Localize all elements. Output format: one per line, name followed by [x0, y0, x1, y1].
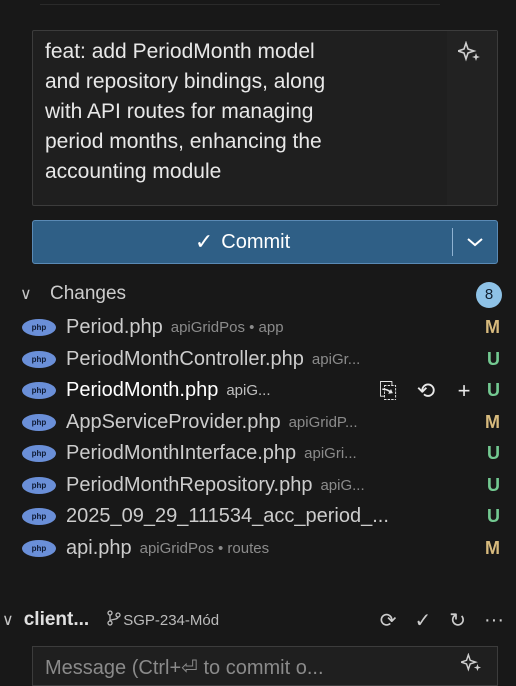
commit-message-text[interactable]: feat: add PeriodMonth model and reposito…	[45, 37, 437, 187]
file-name: api.php	[66, 536, 132, 559]
file-name: PeriodMonthRepository.php	[66, 473, 313, 496]
changes-title: Changes	[50, 283, 127, 304]
file-row[interactable]: php api.php apiGridPos • routes M	[0, 533, 516, 565]
file-name: AppServiceProvider.php	[66, 410, 281, 433]
changes-section-header[interactable]: ∨ Changes 8	[0, 278, 516, 310]
branch-name[interactable]: SGP-234-Mód	[123, 612, 219, 629]
top-strip	[0, 0, 516, 14]
sparkle-icon[interactable]	[458, 652, 483, 678]
file-row[interactable]: php PeriodMonthRepository.php apiG... U	[0, 470, 516, 502]
sparkle-icon[interactable]	[455, 40, 483, 65]
commit-label: Commit	[221, 230, 291, 253]
message-placeholder: Message (Ctrl+⏎ to commit o...	[45, 657, 324, 679]
file-path: apiGri...	[304, 445, 357, 463]
php-icon: php	[22, 508, 56, 526]
status-badge: U	[487, 380, 500, 401]
status-badge: U	[487, 348, 500, 369]
repository-actions: ⟳ ✓ ↻ ···	[380, 604, 504, 636]
commit-main-action[interactable]: ✓ Commit	[33, 221, 452, 263]
sync-icon[interactable]: ⟳	[380, 608, 397, 633]
php-icon: php	[22, 476, 56, 494]
file-path: apiG...	[226, 382, 271, 400]
file-name: PeriodMonthInterface.php	[66, 442, 297, 465]
file-row[interactable]: php Period.php apiGridPos • app M	[0, 312, 516, 344]
file-path: apiG...	[320, 476, 365, 494]
chevron-down-icon[interactable]: ∨	[20, 284, 36, 304]
php-icon: php	[22, 445, 56, 463]
file-row[interactable]: php PeriodMonthController.php apiGr... U	[0, 344, 516, 376]
more-actions-icon[interactable]: ···	[484, 609, 504, 632]
file-row-hovered[interactable]: php PeriodMonth.php apiG... ⎘ ⟲ + U	[0, 375, 516, 407]
status-badge: U	[487, 474, 500, 495]
file-name: Period.php	[66, 316, 163, 339]
commit-message-box[interactable]: feat: add PeriodMonth model and reposito…	[32, 30, 498, 206]
php-icon: php	[22, 382, 56, 400]
php-icon: php	[22, 413, 56, 431]
chevron-down-icon[interactable]: ∨	[2, 610, 14, 630]
file-name: PeriodMonth.php	[66, 379, 219, 402]
section-divider	[40, 0, 440, 5]
php-icon: php	[22, 350, 56, 368]
file-path: apiGridPos • app	[170, 319, 284, 337]
row-actions: ⎘ ⟲ +	[376, 375, 476, 407]
commit-dropdown-button[interactable]	[453, 221, 497, 263]
chevron-down-icon	[467, 238, 483, 247]
php-icon: php	[22, 539, 56, 557]
status-badge: U	[487, 506, 500, 527]
file-row[interactable]: php PeriodMonthInterface.php apiGri... U	[0, 438, 516, 470]
commit-button[interactable]: ✓ Commit	[32, 220, 498, 264]
check-icon: ✓	[194, 229, 214, 254]
status-badge: M	[485, 317, 500, 338]
file-row[interactable]: php 2025_09_29_111534_acc_period_... U	[0, 501, 516, 533]
status-badge: M	[485, 411, 500, 432]
repository-section-header[interactable]: ∨ client... SGP-234-Mód ⟳ ✓ ↻ ···	[0, 604, 516, 636]
branch-icon	[107, 610, 121, 630]
file-name: PeriodMonthController.php	[66, 347, 304, 370]
changes-count-badge: 8	[476, 282, 502, 308]
file-name: 2025_09_29_111534_acc_period_...	[66, 505, 389, 528]
commit-message-input[interactable]: Message (Ctrl+⏎ to commit o...	[32, 646, 498, 686]
status-badge: U	[487, 443, 500, 464]
stage-changes-icon[interactable]: +	[452, 378, 476, 404]
repository-name: client...	[23, 609, 90, 630]
file-path: apiGridP...	[288, 413, 358, 431]
commit-check-icon[interactable]: ✓	[414, 608, 431, 633]
file-row[interactable]: php AppServiceProvider.php apiGridP... M	[0, 407, 516, 439]
status-badge: M	[485, 537, 500, 558]
file-path: apiGr...	[311, 350, 361, 368]
changes-file-list: php Period.php apiGridPos • app M php Pe…	[0, 312, 516, 564]
open-file-icon[interactable]: ⎘	[376, 378, 400, 404]
refresh-icon[interactable]: ↻	[449, 608, 466, 633]
discard-changes-icon[interactable]: ⟲	[414, 378, 438, 404]
php-icon: php	[22, 319, 56, 337]
file-path: apiGridPos • routes	[139, 539, 270, 557]
